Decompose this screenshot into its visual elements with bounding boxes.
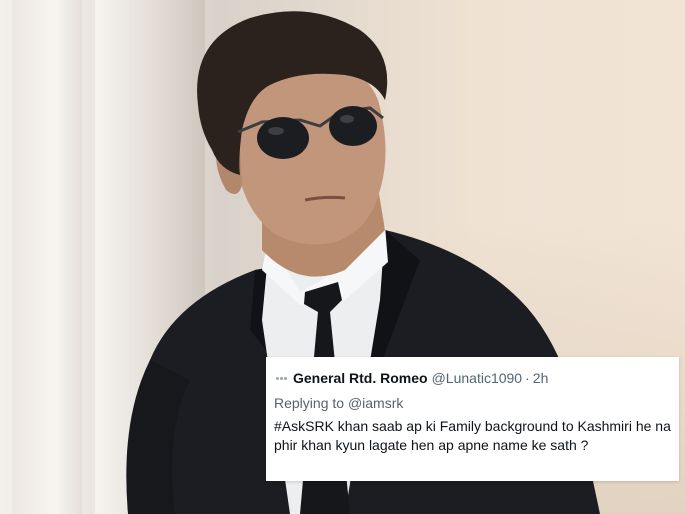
- replying-to-label: Replying to: [274, 395, 345, 411]
- tweet-screenshot-card: General Rtd. Romeo @Lunatic1090 · 2h Rep…: [266, 357, 679, 481]
- tweet-header: General Rtd. Romeo @Lunatic1090 · 2h: [274, 367, 671, 389]
- tweet-timestamp[interactable]: 2h: [533, 370, 549, 386]
- tweet-author-handle[interactable]: @Lunatic1090: [432, 370, 523, 386]
- replying-to-handle[interactable]: @iamsrk: [348, 395, 403, 411]
- tweet-author-name[interactable]: General Rtd. Romeo: [293, 370, 428, 386]
- tweet-time-separator: ·: [525, 370, 530, 386]
- replying-to-line: Replying to @iamsrk: [274, 395, 671, 411]
- avatar-icon: [276, 373, 290, 383]
- tweet-body-text: #AskSRK khan saab ap ki Family backgroun…: [274, 418, 671, 453]
